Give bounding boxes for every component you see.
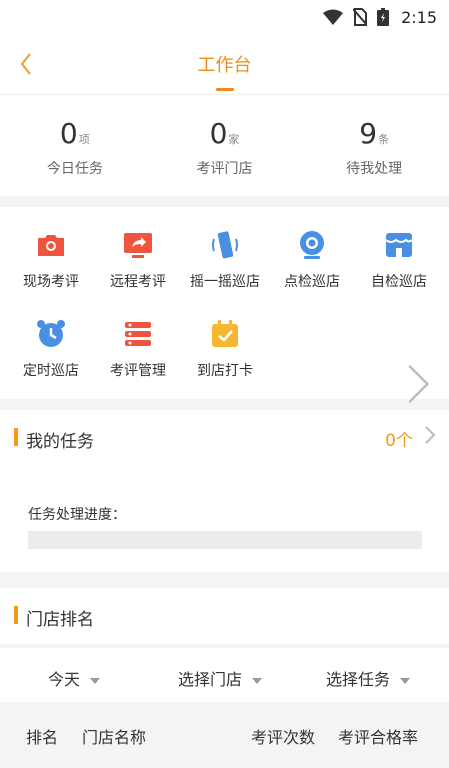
- section-title: 我的任务: [26, 432, 94, 452]
- status-time: 2:15: [401, 8, 437, 27]
- stat-label: 考评门店: [196, 161, 253, 177]
- section-title: 门店排名: [26, 610, 94, 630]
- filter-store-dropdown[interactable]: 选择门店: [178, 666, 263, 690]
- filter-task-dropdown[interactable]: 选择任务: [326, 666, 411, 690]
- column-header-rank: 排名: [26, 728, 59, 747]
- webcam-icon: [300, 231, 324, 259]
- stat-unit: 家: [228, 133, 240, 146]
- alarm-clock-icon: [37, 320, 65, 347]
- stat-label: 待我处理: [346, 161, 403, 177]
- grid-item-label: 摇一摇巡店: [190, 274, 260, 290]
- grid-item-label: 考评管理: [110, 363, 166, 379]
- function-grid: 现场考评 远程考评 摇一摇巡店 点检巡店 自检巡店 定时巡店 考评管理 到店打卡: [0, 207, 449, 404]
- filter-date-dropdown[interactable]: 今天: [48, 666, 101, 690]
- filter-label: 今天: [48, 670, 81, 689]
- grid-item-label: 到店打卡: [197, 363, 253, 379]
- grid-item-label: 自检巡店: [371, 274, 427, 290]
- grid-item-label: 点检巡店: [284, 274, 340, 290]
- store-icon: [385, 233, 413, 257]
- wifi-icon: [323, 9, 343, 25]
- grid-item-checkin[interactable]: 到店打卡: [182, 318, 268, 380]
- grid-item-label: 定时巡店: [23, 363, 79, 379]
- page-title: 工作台: [197, 55, 252, 76]
- no-sim-icon: [353, 8, 367, 26]
- filter-label: 选择任务: [326, 670, 391, 689]
- grid-item-label: 现场考评: [23, 274, 79, 290]
- stat-evaluated-stores[interactable]: 0家 考评门店: [150, 95, 300, 196]
- ranking-table-header: 排名 门店名称 考评次数 考评合格率: [0, 704, 449, 768]
- stat-today-tasks[interactable]: 0项 今日任务: [0, 95, 150, 196]
- camera-icon: [38, 235, 64, 256]
- grid-item-self-check[interactable]: 自检巡店: [356, 229, 442, 291]
- stat-pending[interactable]: 9条 待我处理: [299, 95, 449, 196]
- progress-label: 任务处理进度：: [28, 507, 126, 523]
- column-header-pass-rate: 考评合格率: [338, 728, 419, 747]
- list-icon: [125, 322, 151, 346]
- my-tasks-header[interactable]: 我的任务 0个: [0, 410, 449, 462]
- stat-unit: 条: [378, 133, 390, 146]
- grid-item-spot-check[interactable]: 点检巡店: [269, 229, 355, 291]
- calendar-check-icon: [212, 320, 238, 347]
- stat-unit: 项: [78, 133, 90, 146]
- stat-value: 9: [359, 117, 378, 150]
- title-underline: [216, 88, 234, 91]
- task-progress-bar: [28, 531, 422, 549]
- column-header-eval-count: 考评次数: [251, 728, 316, 747]
- caret-down-icon: [252, 677, 263, 684]
- chevron-right-icon: [425, 426, 436, 444]
- stat-value: 0: [59, 117, 78, 150]
- ranking-filters: 今天 选择门店 选择任务: [0, 648, 449, 702]
- grid-item-timed-patrol[interactable]: 定时巡店: [8, 318, 94, 380]
- task-count: 0个: [385, 431, 413, 451]
- grid-item-label: 远程考评: [110, 274, 166, 290]
- column-header-store-name: 门店名称: [82, 728, 147, 747]
- ranking-header: 门店排名: [0, 588, 449, 644]
- stats-panel: 0项 今日任务 0家 考评门店 9条 待我处理: [0, 95, 449, 196]
- my-tasks-body: 任务处理进度：: [0, 462, 449, 572]
- stat-value: 0: [209, 117, 228, 150]
- grid-item-onsite-eval[interactable]: 现场考评: [8, 229, 94, 291]
- caret-down-icon: [400, 677, 411, 684]
- app-header: 工作台: [0, 34, 449, 95]
- caret-down-icon: [90, 677, 101, 684]
- filter-label: 选择门店: [178, 670, 243, 689]
- status-bar: 2:15: [0, 0, 449, 34]
- battery-icon: [377, 8, 389, 26]
- section-accent-bar: [14, 606, 18, 624]
- grid-item-remote-eval[interactable]: 远程考评: [95, 229, 181, 291]
- section-accent-bar: [14, 428, 18, 446]
- monitor-share-icon: [124, 233, 152, 258]
- next-page-arrow-icon[interactable]: [405, 362, 431, 406]
- grid-item-shake-patrol[interactable]: 摇一摇巡店: [182, 229, 268, 291]
- grid-item-eval-manage[interactable]: 考评管理: [95, 318, 181, 380]
- stat-label: 今日任务: [46, 161, 103, 177]
- status-icons: [323, 8, 389, 26]
- phone-shake-icon: [212, 231, 238, 259]
